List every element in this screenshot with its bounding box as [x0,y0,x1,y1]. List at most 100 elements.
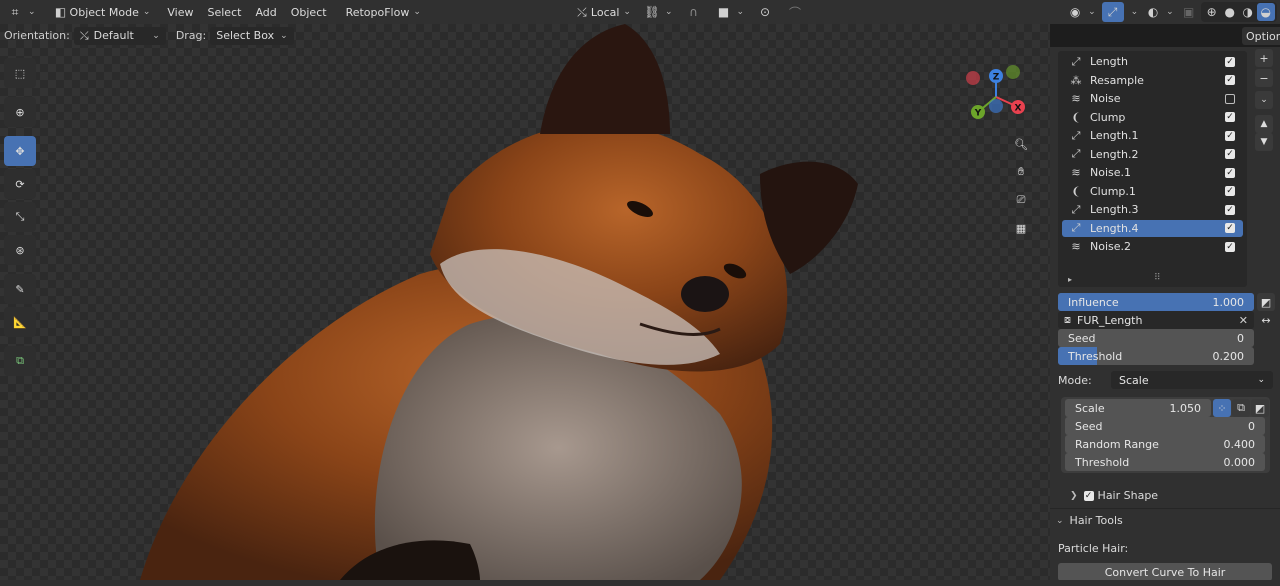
random-range-field[interactable]: Random Range 0.400 [1065,435,1265,453]
annotate-tool[interactable]: ✎ [4,274,36,304]
list-item[interactable]: ❨ Clump ✓ [1062,109,1243,126]
gizmo-y-label: Y [974,109,982,119]
attribute-toggle-button[interactable]: ⧉ [1232,399,1250,417]
move-up-button[interactable]: ▲ [1255,115,1273,133]
enabled-checkbox[interactable]: ✓ [1225,56,1235,67]
menu-retopoflow[interactable]: RetopoFlow ⌄ [340,2,427,22]
list-item[interactable]: ⤢ Length.3 ✓ [1062,201,1243,218]
cursor-tool[interactable]: ⊕ [4,97,36,127]
square-icon: ■ [717,5,730,19]
move-down-button[interactable]: ▼ [1255,133,1273,151]
list-item[interactable]: ≋ Noise.2 ✓ [1062,238,1243,255]
enabled-checkbox[interactable]: ✓ [1225,75,1235,85]
gizmo-toggle[interactable]: ⤢ [1101,2,1124,22]
falloff-dropdown[interactable]: ⌒ [780,2,810,22]
list-item[interactable]: ⤢ Length.1 ✓ [1062,127,1243,144]
move-tool[interactable]: ✥ [4,136,36,166]
menu-select[interactable]: Select [201,2,249,22]
select-box-tool[interactable]: ⬚ [4,58,36,88]
snap-toggle[interactable]: ∩ [679,2,709,22]
seed2-field[interactable]: Seed 0 [1065,417,1265,435]
rotate-tool[interactable]: ⟳ [4,169,36,199]
scale-tool[interactable]: ⤡ [4,202,36,232]
wireframe-shading-icon[interactable]: ⊕ [1203,3,1221,21]
swap-arrows-button[interactable]: ↔ [1257,311,1275,329]
transform-orientation-dropdown[interactable]: ⤯ Local ⌄ [567,2,637,22]
3d-viewport[interactable]: ⬚ ⊕ ✥ ⟳ ⤡ ⊛ ✎ 📐 ⧉ Z X Y 🔍︎ ✋︎ ⎚ ▦ [0,24,1050,580]
options-button[interactable]: Option [1242,27,1280,45]
snap-target-dropdown[interactable]: ■ ⌄ [709,2,751,22]
solid-shading-icon[interactable]: ● [1221,3,1239,21]
proportional-toggle[interactable]: ⊙ [750,2,780,22]
remove-item-button[interactable]: − [1255,69,1273,87]
mask-attribute-button[interactable]: ◩ [1257,293,1275,311]
navigation-gizmo[interactable]: Z X Y [961,62,1031,132]
visibility-dropdown[interactable]: ◉ ⌄ [1060,2,1102,22]
list-item[interactable]: ≋ Noise [1062,90,1243,107]
gizmo-x-label: X [1015,104,1022,114]
material-shading-icon[interactable]: ◑ [1239,3,1257,21]
seed-field[interactable]: Seed 0 [1058,329,1254,347]
length-icon: ⤢ [1071,221,1081,234]
hair-shape-panel-header[interactable]: ❯ ✓ Hair Shape [1070,489,1158,502]
perspective-grid-icon[interactable]: ▦ [1009,216,1033,240]
pivot-dropdown[interactable]: ⛓ ⌄ [637,2,679,22]
scale-field[interactable]: Scale 1.050 [1065,399,1211,417]
threshold-slider[interactable]: Threshold 0.200 [1058,347,1254,365]
editor-type-button[interactable]: ⌗ ⌄ [0,2,42,22]
list-item[interactable]: ❨ Clump.1 ✓ [1062,183,1243,200]
list-expand-icon[interactable]: ▸ [1068,275,1072,284]
enabled-checkbox[interactable] [1225,93,1235,104]
hair-tools-panel-header[interactable]: ⌄ Hair Tools [1056,514,1123,527]
input-socket-button[interactable]: ⁘ [1213,399,1231,417]
influence-slider[interactable]: Influence 1.000 [1058,293,1254,311]
enabled-checkbox[interactable]: ✓ [1225,204,1235,215]
rendered-shading-icon[interactable]: ◒ [1256,3,1275,21]
mode-dropdown[interactable]: Scale ⌄ [1111,371,1273,389]
chevron-down-icon: ⌄ [1257,375,1265,385]
enabled-checkbox[interactable]: ✓ [1225,167,1235,178]
list-item[interactable]: ⁂ Resample ✓ [1062,72,1243,89]
list-item[interactable]: ⤢ Length.2 ✓ [1062,146,1243,163]
gizmo-dropdown[interactable]: ⌄ [1124,2,1142,22]
enabled-checkbox[interactable]: ✓ [1225,186,1235,196]
menu-add[interactable]: Add [248,2,283,22]
orientation-dropdown[interactable]: ⤯ Default ⌄ [73,26,166,45]
menu-object[interactable]: Object [284,2,334,22]
add-cube-tool[interactable]: ⧉ [4,346,36,376]
drag-dropdown[interactable]: Select Box ⌄ [210,26,294,45]
enabled-checkbox[interactable]: ✓ [1225,130,1235,141]
menu-view[interactable]: View [160,2,200,22]
threshold2-field[interactable]: Threshold 0.000 [1065,453,1265,471]
mask-button[interactable]: ◩ [1251,399,1269,417]
transform-tool[interactable]: ⊛ [4,235,36,265]
enabled-checkbox[interactable]: ✓ [1225,149,1235,159]
zoom-icon[interactable]: 🔍︎ [1009,132,1033,156]
node-group-icon: ⧇ [1064,313,1071,326]
list-menu-dropdown[interactable]: ⌄ [1255,91,1273,109]
clear-icon[interactable]: ✕ [1239,314,1248,327]
node-group-field[interactable]: ⧇ FUR_Length ✕ [1058,311,1254,329]
list-item[interactable]: ≋ Noise.1 ✓ [1062,164,1243,181]
xray-toggle[interactable]: ▣ [1177,2,1201,22]
convert-curve-to-hair-button[interactable]: Convert Curve To Hair [1058,563,1272,581]
enabled-checkbox[interactable]: ✓ [1225,112,1235,122]
hair-shape-checkbox[interactable]: ✓ [1083,490,1094,501]
orientation-label: Orientation: [4,29,70,42]
enabled-checkbox[interactable]: ✓ [1225,223,1235,233]
camera-icon[interactable]: ⎚ [1009,188,1033,212]
enabled-checkbox[interactable]: ✓ [1225,241,1235,252]
mode-dropdown[interactable]: ◧ Object Mode ⌄ [46,2,157,22]
list-item[interactable]: ⤢ Length ✓ [1062,53,1243,70]
length-icon: ⤢ [1071,128,1081,142]
particle-hair-label: Particle Hair: [1058,542,1129,555]
add-cube-icon: ⧉ [16,354,24,367]
pan-hand-icon[interactable]: ✋︎ [1009,160,1033,184]
overlay-toggle[interactable]: ◐ ⌄ [1141,2,1177,22]
orientation-icon: ⤯ [577,4,587,19]
add-item-button[interactable]: + [1255,49,1273,67]
length-icon: ⤢ [1071,202,1081,216]
measure-tool[interactable]: 📐 [4,307,36,337]
list-item-selected[interactable]: ⤢ Length.4 ✓ [1062,219,1243,237]
list-resize-handle[interactable]: ⠿ [1154,273,1161,283]
